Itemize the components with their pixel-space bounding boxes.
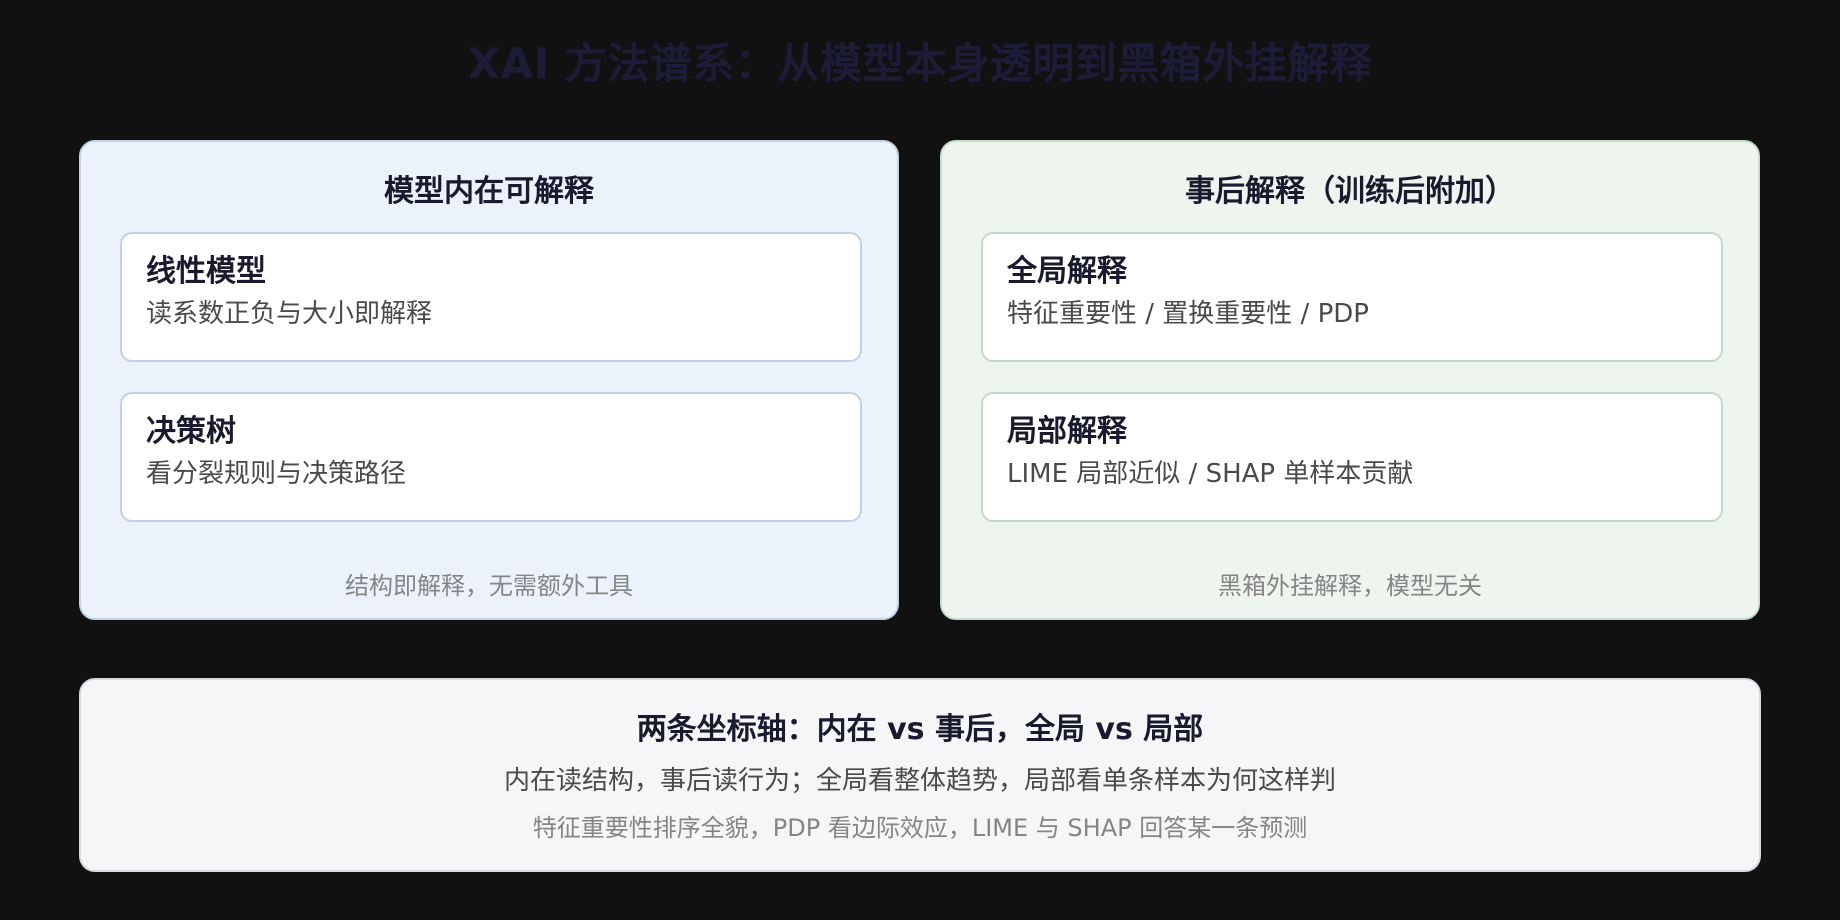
card-description: LIME 局部近似 / SHAP 单样本贡献: [1007, 459, 1414, 489]
intrinsic-panel-note: 结构即解释，无需额外工具: [345, 572, 633, 600]
summary-line-primary: 内在读结构，事后读行为；全局看整体趋势，局部看单条样本为何这样判: [503, 766, 1336, 796]
diagram-canvas: XAI 方法谱系：从模型本身透明到黑箱外挂解释 模型内在可解释 线性模型 读系数…: [0, 0, 1840, 920]
intrinsic-panel: 模型内在可解释 线性模型 读系数正负与大小即解释 决策树 看分裂规则与决策路径 …: [79, 140, 899, 620]
summary-box: 两条坐标轴：内在 vs 事后，全局 vs 局部 内在读结构，事后读行为；全局看整…: [79, 678, 1761, 872]
diagram-title: XAI 方法谱系：从模型本身透明到黑箱外挂解释: [467, 39, 1373, 88]
card-description: 看分裂规则与决策路径: [146, 459, 407, 489]
card-title: 局部解释: [1007, 414, 1127, 449]
posthoc-panel-note: 黑箱外挂解释，模型无关: [1218, 572, 1482, 600]
summary-line-secondary: 特征重要性排序全貌，PDP 看边际效应，LIME 与 SHAP 回答某一条预测: [532, 814, 1308, 842]
linear-model-card: 线性模型 读系数正负与大小即解释: [120, 232, 862, 362]
card-title: 线性模型: [146, 254, 266, 289]
card-title: 全局解释: [1007, 254, 1127, 289]
posthoc-panel: 事后解释（训练后附加） 全局解释 特征重要性 / 置换重要性 / PDP 局部解…: [940, 140, 1760, 620]
decision-tree-card: 决策树 看分裂规则与决策路径: [120, 392, 862, 522]
global-explanation-card: 全局解释 特征重要性 / 置换重要性 / PDP: [981, 232, 1723, 362]
card-description: 特征重要性 / 置换重要性 / PDP: [1007, 299, 1369, 329]
summary-title: 两条坐标轴：内在 vs 事后，全局 vs 局部: [636, 712, 1204, 747]
intrinsic-panel-title: 模型内在可解释: [384, 174, 594, 209]
card-title: 决策树: [146, 414, 236, 449]
card-description: 读系数正负与大小即解释: [146, 299, 433, 329]
local-explanation-card: 局部解释 LIME 局部近似 / SHAP 单样本贡献: [981, 392, 1723, 522]
posthoc-panel-title: 事后解释（训练后附加）: [1185, 174, 1515, 209]
